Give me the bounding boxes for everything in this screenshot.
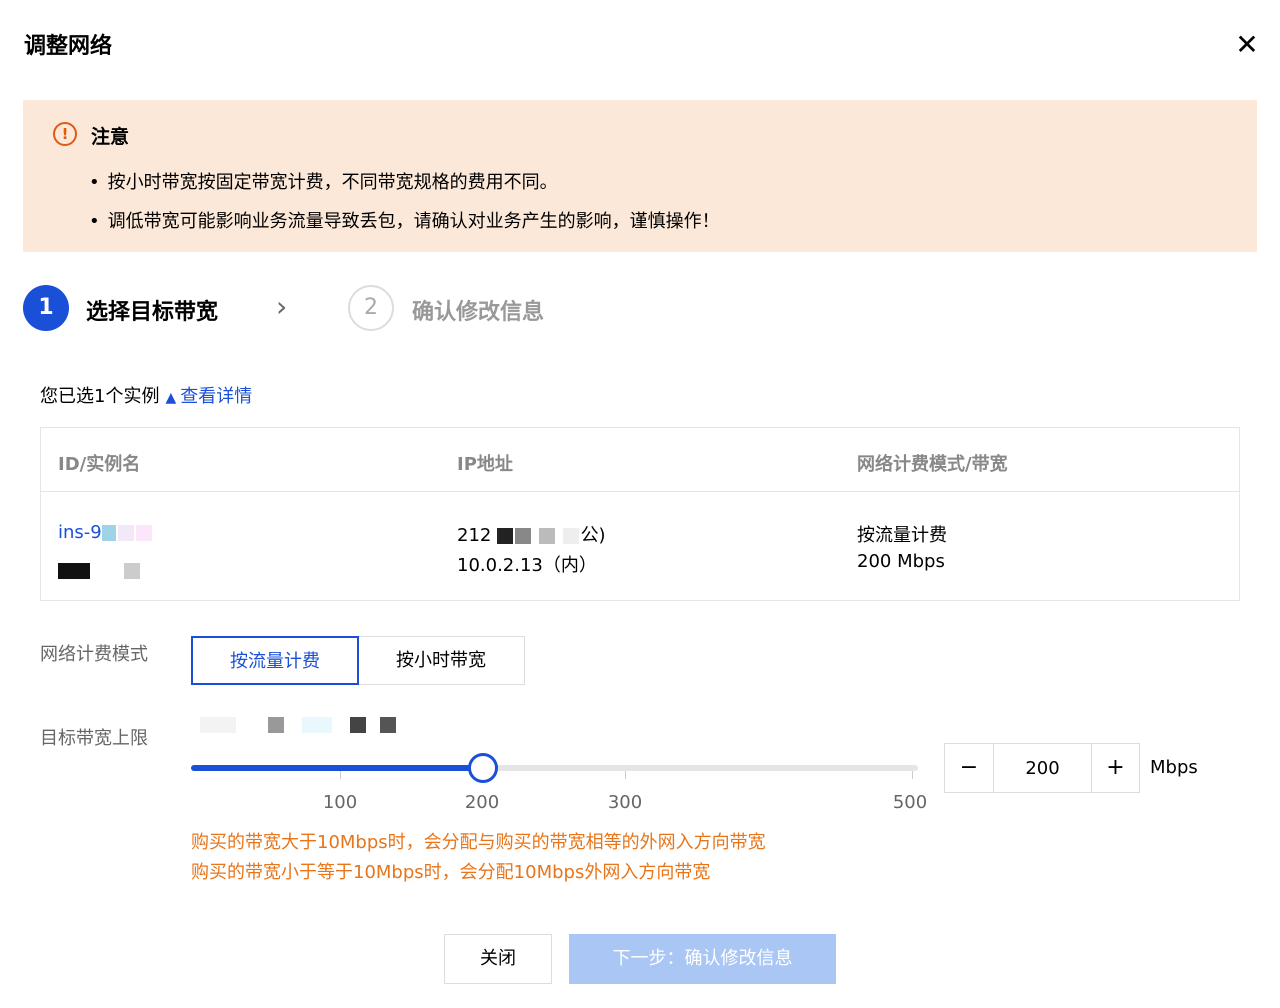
- ip-public: 212 公): [457, 525, 606, 546]
- slider-tick-label: 500: [892, 792, 928, 813]
- close-icon[interactable]: ✕: [1232, 30, 1262, 60]
- next-step-button[interactable]: 下一步：确认修改信息: [569, 934, 836, 984]
- slider-tick-label: 100: [322, 792, 358, 813]
- view-details-link[interactable]: 查看详情: [180, 386, 252, 407]
- step-2-label: 确认修改信息: [412, 300, 545, 325]
- slider-tick: [340, 771, 341, 779]
- column-header-id: ID/实例名: [58, 454, 141, 475]
- mode-option-traffic[interactable]: 按流量计费: [191, 636, 359, 685]
- billing-mode-value: 按流量计费: [857, 525, 947, 546]
- increment-button[interactable]: +: [1091, 744, 1139, 792]
- slider-tick-label: 300: [607, 792, 643, 813]
- caret-up-icon[interactable]: ▲: [165, 390, 176, 406]
- slider-tick: [625, 771, 626, 779]
- mode-option-hourly[interactable]: 按小时带宽: [357, 636, 525, 685]
- warning-icon: !: [53, 122, 77, 146]
- slider-tick: [912, 771, 913, 779]
- bandwidth-hint: 购买的带宽小于等于10Mbps时，会分配10Mbps外网入方向带宽: [191, 862, 711, 883]
- unit-label: Mbps: [1150, 757, 1198, 778]
- range-info-redacted: [200, 714, 398, 733]
- bandwidth-hint: 购买的带宽大于10Mbps时，会分配与购买的带宽相等的外网入方向带宽: [191, 832, 766, 853]
- column-header-ip: IP地址: [457, 454, 513, 475]
- notice-banner: ! 注意 按小时带宽按固定带宽计费，不同带宽规格的费用不同。 调低带宽可能影响业…: [23, 100, 1257, 252]
- slider-tick-label: 200: [464, 792, 500, 813]
- instance-id-link[interactable]: ins-9: [58, 522, 154, 543]
- selected-count-text: 您已选1个实例: [40, 386, 160, 407]
- bandwidth-slider-fill: [191, 765, 483, 771]
- bandwidth-label: 目标带宽上限: [40, 728, 148, 749]
- selected-instance-info: 您已选1个实例 ▲ 查看详情: [40, 382, 252, 408]
- notice-title: 注意: [91, 126, 130, 148]
- column-header-billing: 网络计费模式/带宽: [857, 454, 1008, 475]
- dialog-title: 调整网络: [24, 34, 113, 59]
- close-button[interactable]: 关闭: [444, 934, 552, 984]
- step-2-number: 2: [348, 285, 394, 331]
- notice-item: 调低带宽可能影响业务流量导致丢包，请确认对业务产生的影响，谨慎操作！: [89, 207, 720, 233]
- notice-item: 按小时带宽按固定带宽计费，不同带宽规格的费用不同。: [89, 168, 558, 194]
- billing-mode-selector: 按流量计费 按小时带宽: [191, 636, 525, 685]
- step-1-label: 选择目标带宽: [86, 300, 219, 325]
- instance-name-redacted: [58, 560, 142, 579]
- chevron-right-icon: ›: [276, 290, 288, 323]
- ip-private: 10.0.2.13（内）: [457, 555, 597, 576]
- bandwidth-slider-thumb[interactable]: [468, 753, 498, 783]
- decrement-button[interactable]: −: [945, 744, 994, 792]
- bandwidth-value: 200 Mbps: [857, 551, 945, 572]
- bandwidth-input[interactable]: [994, 744, 1091, 792]
- table-header: ID/实例名 IP地址 网络计费模式/带宽: [41, 428, 1239, 492]
- billing-mode-label: 网络计费模式: [40, 644, 148, 665]
- instance-table: ID/实例名 IP地址 网络计费模式/带宽 ins-9 212 公) 10.0.…: [40, 427, 1240, 601]
- bandwidth-stepper: − +: [944, 743, 1140, 793]
- step-1-number: 1: [23, 285, 69, 331]
